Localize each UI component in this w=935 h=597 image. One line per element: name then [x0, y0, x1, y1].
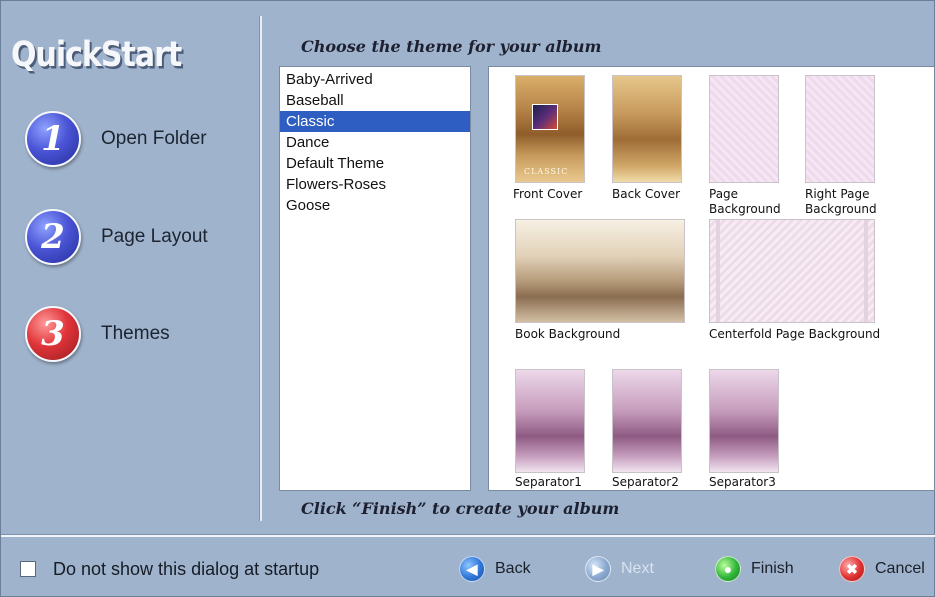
vertical-divider: [259, 16, 262, 521]
book-background-thumbnail: [515, 219, 685, 323]
theme-item[interactable]: Baseball: [280, 90, 470, 111]
asset-separator-1[interactable]: Separator1: [515, 369, 595, 490]
asset-separator-3[interactable]: Separator3: [709, 369, 789, 490]
theme-item[interactable]: Default Theme: [280, 153, 470, 174]
next-arrow-icon: ▶: [585, 556, 611, 582]
step-label: Page Layout: [101, 226, 208, 247]
step-1-icon: 1: [25, 111, 81, 167]
step-2-icon: 2: [25, 209, 81, 265]
asset-label: Book Background: [515, 327, 621, 341]
asset-back-cover[interactable]: Back Cover: [612, 75, 692, 213]
footer-divider: [1, 534, 935, 537]
centerfold-thumbnail: [709, 219, 875, 323]
cancel-button[interactable]: ✖ Cancel: [839, 554, 925, 584]
cancel-button-label: Cancel: [875, 560, 925, 577]
theme-preview-panel: CLASSIC Front Cover Back Cover Page Back…: [488, 66, 935, 491]
startup-checkbox-label[interactable]: Do not show this dialog at startup: [53, 559, 319, 580]
quickstart-dialog: QuickStart 1 Open Folder 2 Page Layout 3…: [0, 0, 935, 597]
step-page-layout[interactable]: 2 Page Layout: [25, 207, 255, 267]
theme-item[interactable]: Dance: [280, 132, 470, 153]
step-label: Themes: [101, 323, 170, 344]
back-cover-thumbnail: [612, 75, 682, 183]
step-label: Open Folder: [101, 128, 207, 149]
cover-photo: [532, 104, 558, 130]
finish-hint: Click “Finish” to create your album: [301, 499, 620, 518]
asset-label: Back Cover: [612, 187, 681, 201]
finish-button[interactable]: ● Finish: [715, 554, 794, 584]
back-button[interactable]: ◀ Back: [459, 554, 531, 584]
asset-label: Centerfold Page Background: [709, 327, 881, 341]
theme-item[interactable]: Baby-Arrived: [280, 69, 470, 90]
asset-label: Right Page Background: [805, 187, 877, 216]
theme-header: Choose the theme for your album: [301, 37, 602, 56]
asset-page-background[interactable]: Page Background: [709, 75, 795, 225]
right-page-background-thumbnail: [805, 75, 875, 183]
asset-label: Front Cover: [513, 187, 583, 201]
finish-icon: ●: [715, 556, 741, 582]
asset-separator-2[interactable]: Separator2: [612, 369, 692, 490]
finish-button-label: Finish: [751, 560, 794, 577]
step-open-folder[interactable]: 1 Open Folder: [25, 109, 255, 169]
quickstart-logo: QuickStart: [11, 35, 182, 76]
asset-centerfold-background[interactable]: Centerfold Page Background: [709, 219, 909, 343]
asset-label: Separator3: [709, 475, 776, 489]
theme-item[interactable]: Goose: [280, 195, 470, 216]
asset-label: Separator1: [515, 475, 582, 489]
cover-title: CLASSIC: [524, 167, 569, 176]
separator-3-thumbnail: [709, 369, 779, 473]
front-cover-thumbnail: CLASSIC: [515, 75, 585, 183]
step-themes[interactable]: 3 Themes: [25, 304, 255, 364]
asset-front-cover[interactable]: CLASSIC Front Cover: [513, 75, 585, 213]
step-3-icon: 3: [25, 306, 81, 362]
next-button[interactable]: ▶ Next: [585, 554, 654, 584]
asset-label: Separator2: [612, 475, 679, 489]
separator-1-thumbnail: [515, 369, 585, 473]
theme-item[interactable]: Flowers-Roses: [280, 174, 470, 195]
startup-checkbox[interactable]: [20, 561, 36, 577]
back-arrow-icon: ◀: [459, 556, 485, 582]
asset-book-background[interactable]: Book Background: [515, 219, 695, 343]
centerfold-spine-left: [716, 220, 720, 322]
theme-item-selected[interactable]: Classic: [280, 111, 470, 132]
centerfold-spine-right: [864, 220, 868, 322]
page-background-thumbnail: [709, 75, 779, 183]
asset-label: Page Background: [709, 187, 781, 216]
back-button-label: Back: [495, 560, 531, 577]
separator-2-thumbnail: [612, 369, 682, 473]
asset-right-page-background[interactable]: Right Page Background: [805, 75, 901, 225]
theme-list[interactable]: Baby-Arrived Baseball Classic Dance Defa…: [279, 66, 471, 491]
next-button-label: Next: [621, 560, 654, 577]
cancel-x-icon: ✖: [839, 556, 865, 582]
